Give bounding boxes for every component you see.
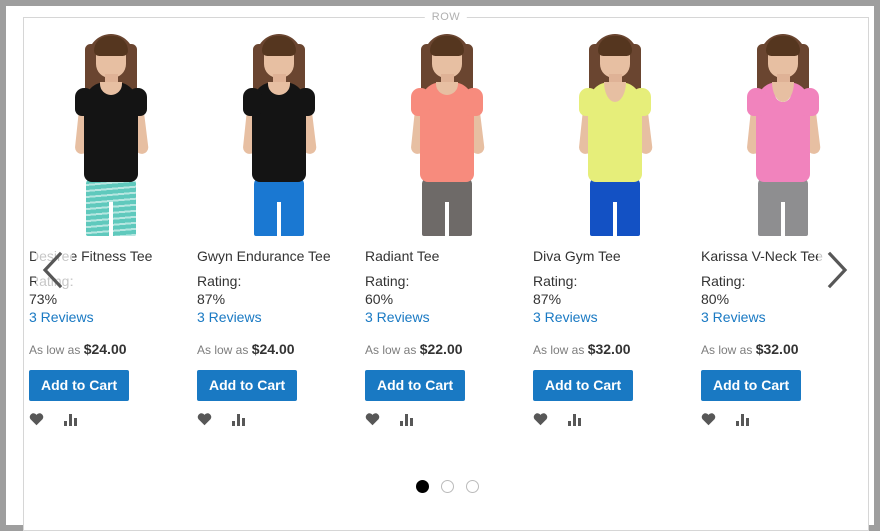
product-price: As low as $24.00 <box>197 341 361 358</box>
price-prefix-label: As low as <box>29 343 81 357</box>
product-name[interactable]: Radiant Tee <box>365 248 529 265</box>
model-hair-front <box>430 36 464 56</box>
page-canvas: ROW Desiree Fitness Tee 73% 3 Reviews As… <box>6 6 874 531</box>
price-amount: $32.00 <box>755 341 799 357</box>
model-illustration <box>195 26 363 238</box>
product-name[interactable]: Gwyn Endurance Tee <box>197 248 361 265</box>
product-actions <box>197 411 361 427</box>
price-prefix-label: As low as <box>365 343 417 357</box>
price-amount: $22.00 <box>419 341 463 357</box>
reviews-link[interactable]: 3 Reviews <box>701 308 766 326</box>
heart-icon[interactable] <box>197 412 212 426</box>
leg-gap <box>109 202 113 238</box>
shirt-sleeve-left <box>747 88 766 116</box>
add-to-cart-button[interactable]: Add to Cart <box>701 370 802 401</box>
model-illustration <box>531 26 699 238</box>
model-illustration <box>363 26 531 238</box>
product-price: As low as $32.00 <box>701 341 865 358</box>
price-amount: $32.00 <box>587 341 631 357</box>
add-to-cart-button[interactable]: Add to Cart <box>365 370 466 401</box>
product-price: As low as $32.00 <box>533 341 697 358</box>
leg-gap <box>613 202 617 238</box>
model-illustration <box>699 26 867 238</box>
reviews-link[interactable]: 3 Reviews <box>365 308 430 326</box>
shirt-sleeve-left <box>579 88 598 116</box>
rating-percent: 60% <box>365 291 394 307</box>
rating-label: Rating: <box>197 273 242 289</box>
leg-gap <box>445 202 449 238</box>
shirt-sleeve-right <box>464 88 483 116</box>
product-image[interactable] <box>195 26 363 238</box>
rating-percent: 87% <box>197 291 226 307</box>
reviews-link[interactable]: 3 Reviews <box>29 308 94 326</box>
rating-percent: 87% <box>533 291 562 307</box>
price-prefix-label: As low as <box>533 343 585 357</box>
chevron-right-icon <box>827 251 848 289</box>
carousel-dot[interactable] <box>465 480 479 493</box>
product-card[interactable]: Karissa V-Neck Tee Rating: 80% 3 Reviews… <box>699 26 867 427</box>
row-container: ROW Desiree Fitness Tee 73% 3 Reviews As… <box>23 9 870 531</box>
shirt-sleeve-left <box>243 88 262 116</box>
product-carousel: Desiree Fitness Tee Rating: 73% 3 Review… <box>24 18 870 530</box>
leg-gap <box>277 202 281 238</box>
carousel-dot[interactable] <box>415 480 429 493</box>
model-hair-front <box>94 36 128 56</box>
heart-icon[interactable] <box>365 412 380 426</box>
price-amount: $24.00 <box>83 341 127 357</box>
rating-label: Rating: <box>533 273 578 289</box>
compare-bars-icon[interactable] <box>64 413 79 426</box>
model-hair-front <box>766 36 800 56</box>
model-hair-front <box>262 36 296 56</box>
product-details: Gwyn Endurance Tee Rating: 87% 3 Reviews… <box>195 248 363 427</box>
add-to-cart-button[interactable]: Add to Cart <box>29 370 130 401</box>
add-to-cart-button[interactable]: Add to Cart <box>197 370 298 401</box>
shirt-sleeve-left <box>75 88 94 116</box>
product-name[interactable]: Diva Gym Tee <box>533 248 697 265</box>
shirt-sleeve-right <box>800 88 819 116</box>
model-hair-front <box>598 36 632 56</box>
compare-bars-icon[interactable] <box>568 413 583 426</box>
compare-bars-icon[interactable] <box>736 413 751 426</box>
product-details: Diva Gym Tee Rating: 87% 3 Reviews As lo… <box>531 248 699 427</box>
product-actions <box>533 411 697 427</box>
reviews-link[interactable]: 3 Reviews <box>533 308 598 326</box>
add-to-cart-button[interactable]: Add to Cart <box>533 370 634 401</box>
product-image[interactable] <box>363 26 531 238</box>
product-price: As low as $24.00 <box>29 341 193 358</box>
price-prefix-label: As low as <box>701 343 753 357</box>
shirt-sleeve-left <box>411 88 430 116</box>
heart-icon[interactable] <box>29 412 44 426</box>
heart-icon[interactable] <box>533 412 548 426</box>
product-image[interactable] <box>27 26 195 238</box>
leg-gap <box>781 202 785 238</box>
product-card[interactable]: Diva Gym Tee Rating: 87% 3 Reviews As lo… <box>531 26 699 427</box>
rating-label: Rating: <box>365 273 410 289</box>
carousel-prev-button[interactable] <box>36 246 72 294</box>
heart-icon[interactable] <box>701 412 716 426</box>
reviews-link[interactable]: 3 Reviews <box>197 308 262 326</box>
carousel-pagination <box>24 480 870 493</box>
product-actions <box>29 411 193 427</box>
shirt-sleeve-right <box>296 88 315 116</box>
chevron-left-icon <box>42 251 63 289</box>
compare-bars-icon[interactable] <box>400 413 415 426</box>
product-image[interactable] <box>699 26 867 238</box>
product-card[interactable]: Radiant Tee Rating: 60% 3 Reviews As low… <box>363 26 531 427</box>
product-card[interactable]: Desiree Fitness Tee Rating: 73% 3 Review… <box>27 26 195 427</box>
product-image[interactable] <box>531 26 699 238</box>
shirt-sleeve-right <box>128 88 147 116</box>
price-prefix-label: As low as <box>197 343 249 357</box>
model-illustration <box>27 26 195 238</box>
carousel-track: Desiree Fitness Tee Rating: 73% 3 Review… <box>27 26 867 427</box>
product-details: Radiant Tee Rating: 60% 3 Reviews As low… <box>363 248 531 427</box>
shirt-sleeve-right <box>632 88 651 116</box>
carousel-dot[interactable] <box>440 480 454 493</box>
carousel-next-button[interactable] <box>818 246 854 294</box>
product-card[interactable]: Gwyn Endurance Tee Rating: 87% 3 Reviews… <box>195 26 363 427</box>
price-amount: $24.00 <box>251 341 295 357</box>
product-price: As low as $22.00 <box>365 341 529 358</box>
product-actions <box>701 411 865 427</box>
product-actions <box>365 411 529 427</box>
compare-bars-icon[interactable] <box>232 413 247 426</box>
